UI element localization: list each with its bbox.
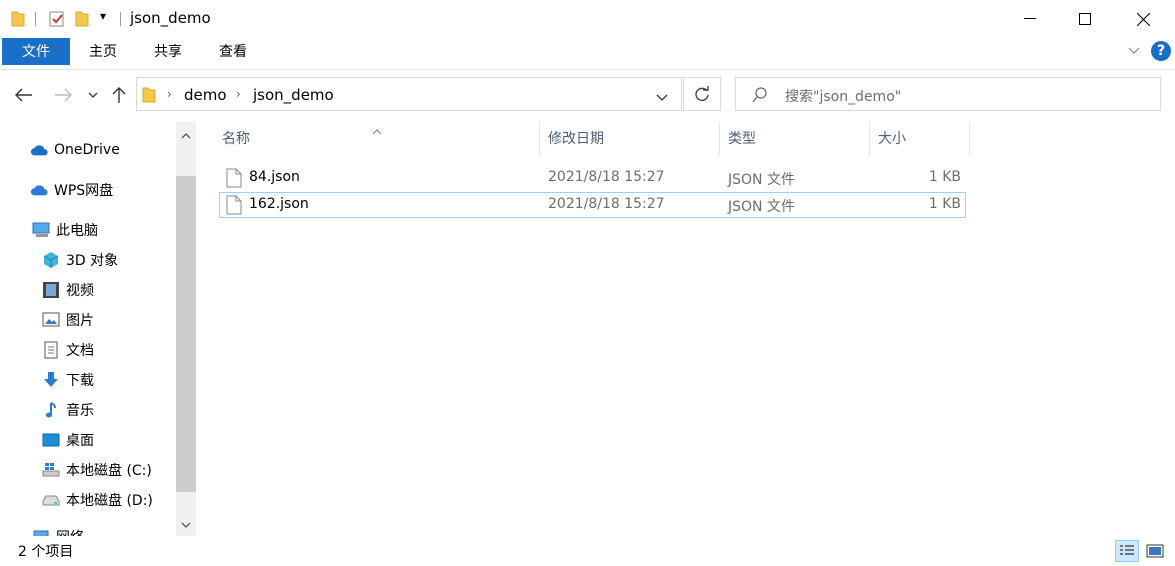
sidebar-item-videos[interactable]: 视频 [42,276,94,304]
file-date: 2021/8/18 15:27 [548,196,665,212]
tab-home[interactable]: 主页 [80,38,126,66]
column-header-type[interactable]: 类型 [720,122,870,156]
large-icons-view-button[interactable] [1143,540,1167,562]
column-header-name[interactable]: 名称 [214,122,540,156]
download-icon [42,371,60,389]
breadcrumb-separator[interactable]: › [236,87,241,101]
sidebar-item-label: WPS网盘 [54,183,114,199]
search-icon [752,87,768,107]
file-date: 2021/8/18 15:27 [548,169,665,185]
folder-icon[interactable] [11,10,25,27]
scrollbar-thumb[interactable] [176,176,196,492]
address-dropdown-icon[interactable] [656,90,668,106]
desktop-icon [42,431,60,449]
file-name: 84.json [249,169,300,185]
quick-access-dropdown-icon[interactable]: ▾ [100,9,106,23]
sidebar-item-label: 音乐 [66,403,94,419]
tab-file[interactable]: 文件 [2,38,70,65]
recent-locations-button[interactable] [83,84,103,106]
address-bar[interactable]: › demo › json_demo [136,77,682,111]
divider [120,12,121,26]
breadcrumb-json-demo[interactable]: json_demo [253,86,334,104]
sidebar-item-label: 本地磁盘 (C:) [66,463,152,479]
file-row[interactable]: 84.json 2021/8/18 15:27 JSON 文件 1 KB [219,165,966,191]
cloud-icon [30,141,48,159]
column-header-date[interactable]: 修改日期 [540,122,720,156]
tab-view[interactable]: 查看 [210,38,256,66]
picture-icon [42,311,60,329]
item-count: 2 个项目 [18,544,74,560]
tab-share[interactable]: 共享 [145,38,191,66]
navigation-bar: › demo › json_demo 搜索"json_demo" [0,70,1175,120]
scroll-up-icon[interactable] [176,124,196,146]
navigation-pane: OneDrive WPS网盘 此电脑 3D 对象 视频 图片 文档 下载 音乐 … [0,122,196,536]
cloud-icon [30,181,48,199]
close-button[interactable] [1120,0,1166,38]
sidebar-item-music[interactable]: 音乐 [42,396,94,424]
cube-icon [42,251,60,269]
maximize-button[interactable] [1062,0,1108,38]
file-icon [226,195,242,219]
ribbon-collapse-icon[interactable] [1127,43,1141,61]
file-size: 1 KB [928,196,961,212]
refresh-button[interactable] [683,77,721,111]
help-icon[interactable]: ? [1151,41,1171,61]
scroll-down-icon[interactable] [176,514,196,536]
sidebar-item-drive-d[interactable]: 本地磁盘 (D:) [42,486,153,514]
ribbon-tabs: 文件 主页 共享 查看 ? [0,38,1175,68]
up-button[interactable] [108,84,130,106]
sidebar-item-desktop[interactable]: 桌面 [42,426,94,454]
sidebar-item-label: 文档 [66,343,94,359]
sidebar-item-network[interactable]: 网络 [32,523,84,536]
properties-icon[interactable] [48,10,66,32]
details-view-button[interactable] [1115,540,1139,562]
breadcrumb-demo[interactable]: demo [184,86,227,104]
back-button[interactable] [13,84,35,106]
file-list: 名称 修改日期 类型 大小 84.json 2021/8/18 15:27 JS… [200,122,1175,536]
file-row[interactable]: 162.json 2021/8/18 15:27 JSON 文件 1 KB [219,192,966,218]
sidebar-item-onedrive[interactable]: OneDrive [30,136,120,164]
status-bar: 2 个项目 [0,536,1175,566]
forward-button[interactable] [52,84,74,106]
sidebar-item-label: 本地磁盘 (D:) [66,493,153,509]
sidebar-item-label: 图片 [66,313,94,329]
document-icon [42,341,60,359]
search-box[interactable]: 搜索"json_demo" [735,77,1161,111]
file-icon [226,168,242,192]
network-icon [32,528,50,536]
drive-c-icon [42,461,60,479]
file-type: JSON 文件 [728,172,795,188]
sidebar-item-this-pc[interactable]: 此电脑 [32,216,98,244]
drive-icon [42,491,60,509]
title-bar: ▾ json_demo [0,0,1175,38]
sidebar-item-label: 桌面 [66,433,94,449]
minimize-button[interactable] [1007,0,1053,38]
file-type: JSON 文件 [728,199,795,215]
window-title: json_demo [130,9,211,27]
sidebar-item-wps[interactable]: WPS网盘 [30,176,113,204]
sidebar-item-downloads[interactable]: 下载 [42,366,94,394]
column-header-size[interactable]: 大小 [870,122,970,156]
file-size: 1 KB [928,169,961,185]
sidebar-item-label: OneDrive [54,142,120,158]
computer-icon [32,221,50,239]
sidebar-item-label: 此电脑 [56,223,98,239]
new-folder-icon[interactable] [75,10,89,27]
film-icon [42,281,60,299]
sidebar-item-3d-objects[interactable]: 3D 对象 [42,246,118,274]
sidebar-item-documents[interactable]: 文档 [42,336,94,364]
search-input[interactable]: 搜索"json_demo" [785,86,901,106]
sidebar-item-label: 下载 [66,373,94,389]
divider [35,12,36,26]
sidebar-item-drive-c[interactable]: 本地磁盘 (C:) [42,456,152,484]
sidebar-item-label: 网络 [56,527,84,536]
sidebar-item-label: 视频 [66,283,94,299]
folder-icon [142,86,156,107]
breadcrumb-separator[interactable]: › [167,87,172,101]
sidebar-item-pictures[interactable]: 图片 [42,306,94,334]
sidebar-item-label: 3D 对象 [66,253,119,269]
music-icon [42,401,60,419]
file-name: 162.json [249,196,309,212]
